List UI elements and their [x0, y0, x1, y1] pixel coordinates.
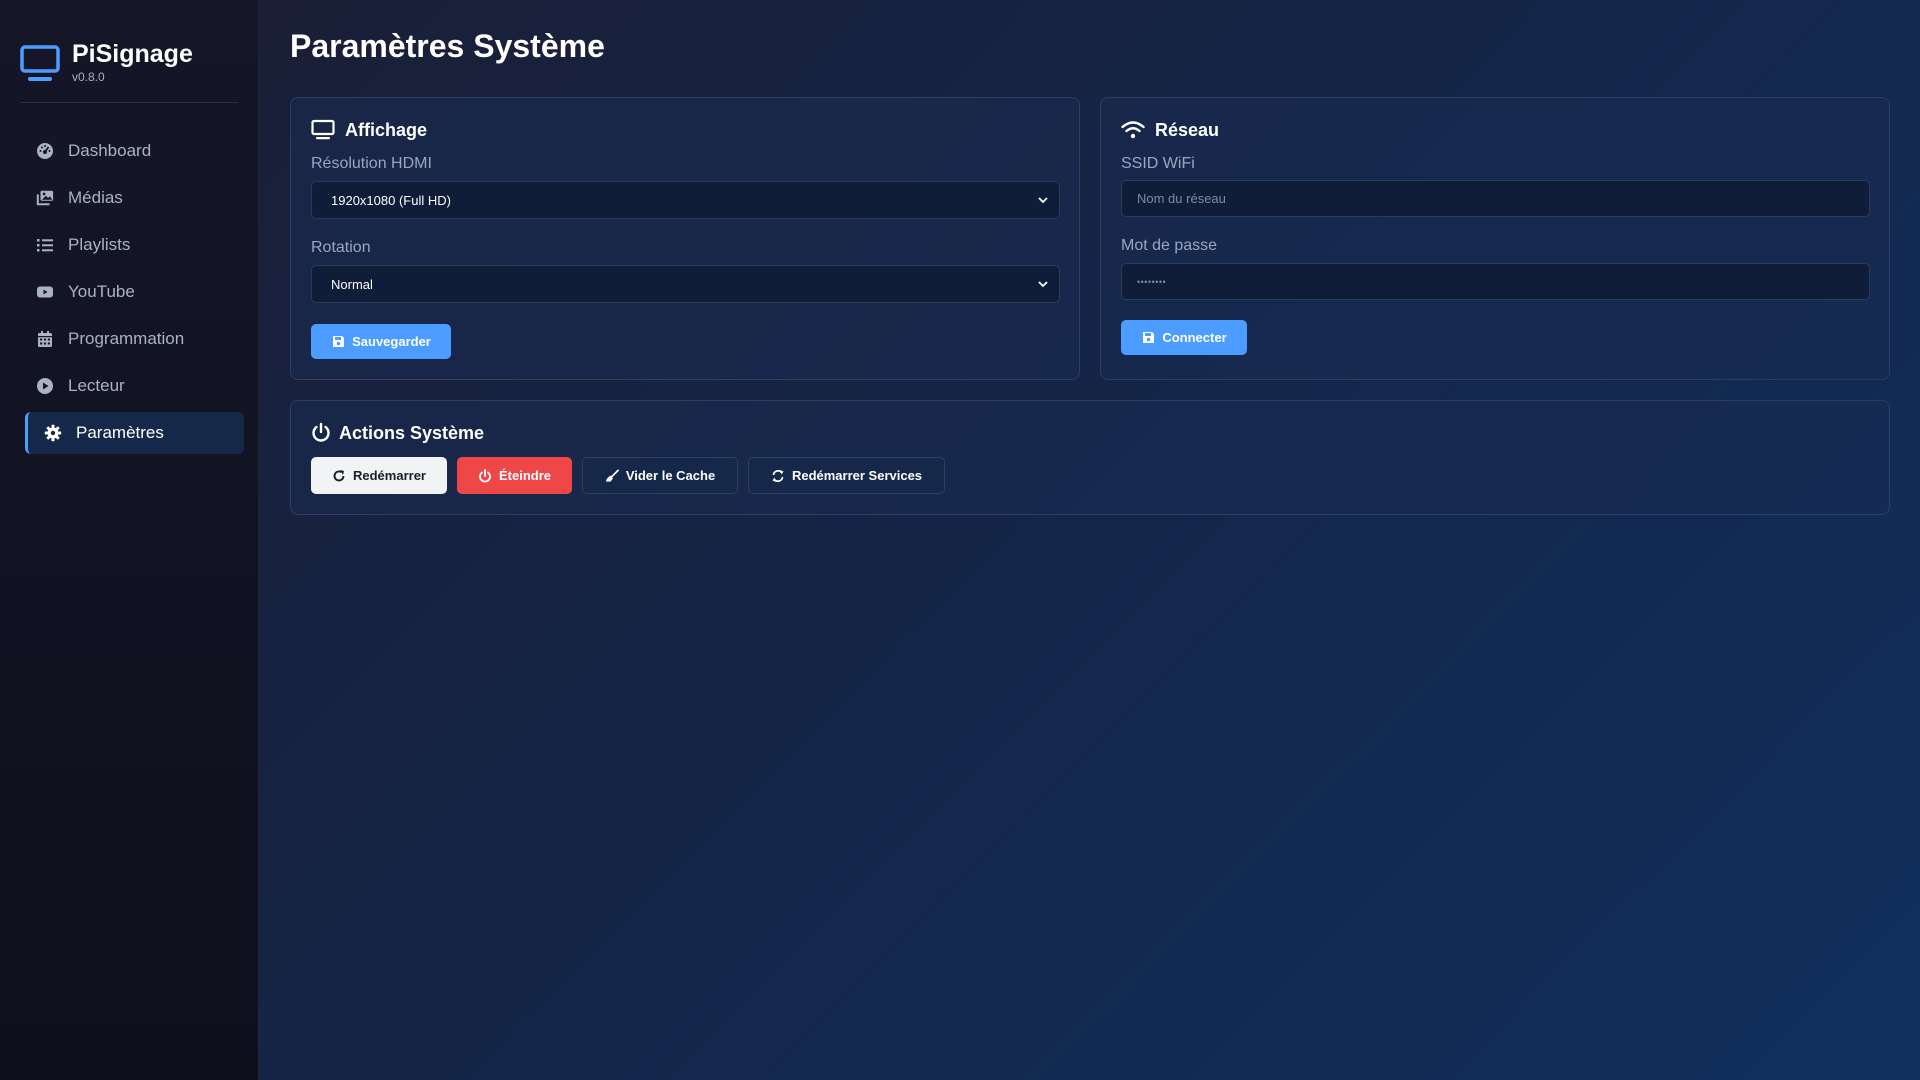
- ssid-label: SSID WiFi: [1121, 155, 1195, 172]
- images-icon: [36, 189, 54, 207]
- sidebar-item-label: Paramètres: [76, 423, 164, 442]
- rotate-right-icon: [332, 469, 346, 483]
- monitor-icon: [20, 44, 60, 82]
- ssid-input-placeholder: Nom du réseau: [1137, 191, 1226, 206]
- password-label: Mot de passe: [1121, 237, 1218, 254]
- sidebar-item-parametres[interactable]: Paramètres: [25, 412, 244, 454]
- wifi-icon: [1121, 118, 1145, 142]
- sidebar-item-label: Playlists: [68, 235, 131, 254]
- resolution-select-value: 1920x1080 (Full HD): [331, 192, 451, 208]
- rotation-select[interactable]: Normal: [311, 265, 1060, 303]
- system-actions-title: Actions Système: [339, 422, 485, 443]
- resolution-label: Résolution HDMI: [311, 155, 432, 172]
- system-actions-card: Actions Système Redémarrer Éteindre Vide…: [290, 400, 1890, 515]
- restart-button-label: Redémarrer: [353, 468, 426, 483]
- sidebar-item-dashboard[interactable]: Dashboard: [25, 130, 244, 172]
- sidebar-nav: Dashboard Médias Playlists YouTube Progr…: [25, 130, 244, 459]
- sidebar-item-label: YouTube: [68, 282, 135, 301]
- chevron-down-icon: [1037, 278, 1049, 290]
- restart-services-button-label: Redémarrer Services: [791, 468, 923, 483]
- dashboard-gauge-icon: [36, 142, 54, 160]
- brand-divider: [20, 102, 238, 103]
- save-button-label: Sauvegarder: [352, 334, 431, 349]
- monitor-icon: [311, 118, 335, 142]
- display-card-title: Affichage: [345, 119, 428, 140]
- calendar-icon: [36, 330, 54, 348]
- sidebar-item-lecteur[interactable]: Lecteur: [25, 365, 244, 407]
- save-button[interactable]: Sauvegarder: [311, 324, 451, 359]
- display-card-header: Affichage: [311, 118, 427, 142]
- page-title: Paramètres Système: [290, 28, 605, 64]
- shutdown-button-label: Éteindre: [498, 468, 551, 483]
- sidebar-item-playlists[interactable]: Playlists: [25, 224, 244, 266]
- sidebar-item-label: Médias: [68, 188, 123, 207]
- chevron-down-icon: [1037, 194, 1049, 206]
- power-icon: [311, 421, 331, 445]
- restart-services-button[interactable]: Redémarrer Services: [748, 457, 945, 494]
- brand[interactable]: PiSignage v0.8.0: [20, 40, 193, 84]
- brand-name: PiSignage: [72, 40, 193, 68]
- sync-icon: [771, 469, 785, 483]
- youtube-icon: [36, 283, 54, 301]
- list-icon: [36, 236, 54, 254]
- sidebar-item-programmation[interactable]: Programmation: [25, 318, 244, 360]
- ssid-input[interactable]: Nom du réseau: [1121, 180, 1870, 217]
- rotation-select-value: Normal: [331, 276, 373, 292]
- play-circle-icon: [36, 377, 54, 395]
- connect-button-label: Connecter: [1162, 330, 1227, 345]
- network-card: Réseau SSID WiFi Nom du réseau Mot de pa…: [1100, 97, 1890, 380]
- sidebar-item-medias[interactable]: Médias: [25, 177, 244, 219]
- sidebar-item-label: Programmation: [68, 329, 185, 348]
- sidebar-item-youtube[interactable]: YouTube: [25, 271, 244, 313]
- network-card-title: Réseau: [1155, 119, 1220, 140]
- floppy-disk-icon: [1141, 331, 1155, 345]
- clear-cache-button-label: Vider le Cache: [625, 468, 716, 483]
- rotation-label: Rotation: [311, 239, 371, 256]
- sidebar: PiSignage v0.8.0 Dashboard Médias Playli…: [0, 0, 259, 1080]
- system-actions-header: Actions Système: [311, 421, 484, 445]
- sidebar-item-label: Dashboard: [68, 141, 152, 160]
- password-input[interactable]: ••••••••: [1121, 263, 1870, 300]
- restart-button[interactable]: Redémarrer: [311, 457, 447, 494]
- floppy-disk-icon: [331, 335, 345, 349]
- brand-version: v0.8.0: [72, 70, 105, 84]
- power-icon: [478, 468, 492, 483]
- network-card-header: Réseau: [1121, 118, 1219, 142]
- display-card: Affichage Résolution HDMI 1920x1080 (Ful…: [290, 97, 1080, 380]
- connect-button[interactable]: Connecter: [1121, 320, 1247, 355]
- resolution-select[interactable]: 1920x1080 (Full HD): [311, 181, 1060, 219]
- password-input-value: ••••••••: [1137, 276, 1167, 287]
- shutdown-button[interactable]: Éteindre: [457, 457, 572, 494]
- broom-icon: [605, 469, 619, 483]
- clear-cache-button[interactable]: Vider le Cache: [582, 457, 738, 494]
- gear-icon: [44, 424, 62, 442]
- sidebar-item-label: Lecteur: [68, 376, 125, 395]
